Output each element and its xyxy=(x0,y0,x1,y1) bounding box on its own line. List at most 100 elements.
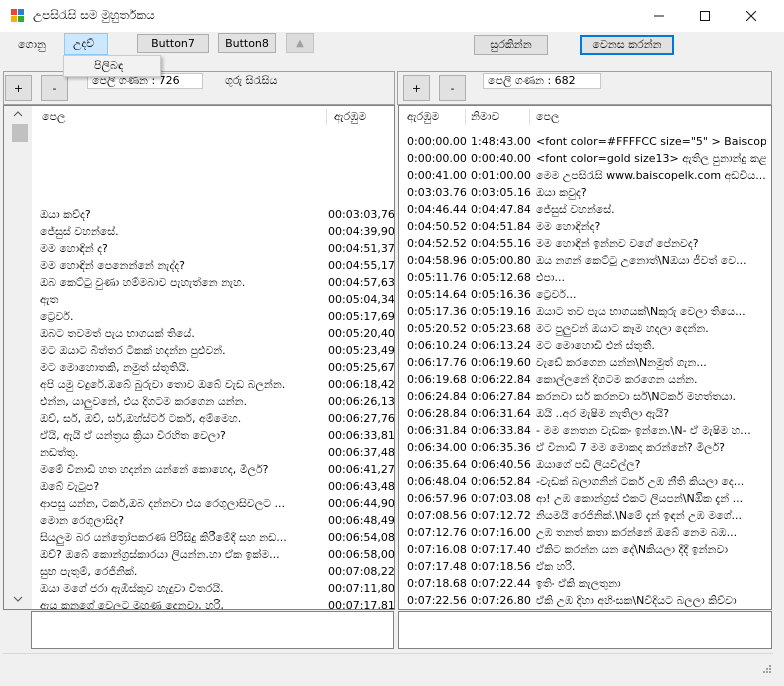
table-row[interactable]: 0:04:58.96 0:05:00.80 ඔය නගන් කෙට්ටු උනොත්… xyxy=(399,252,771,269)
change-button[interactable]: වෙනස කරන්න xyxy=(580,35,674,55)
subtitle-text: ඒකි උඹ දිහා අහිංසක\Nවිදියට බලලා කිව්වා xyxy=(536,594,737,607)
table-row[interactable]: නඩත්තු. 00:06:37,481 xyxy=(4,444,394,461)
menu-help[interactable]: උදව් xyxy=(64,33,108,55)
left-remove-button[interactable]: - xyxy=(41,75,68,101)
maximize-button[interactable] xyxy=(682,0,728,32)
status-bar xyxy=(3,653,773,675)
table-row[interactable]: මම හොඳින් පෙනෙන්නේ නැද්ද? 00:04:55,171 xyxy=(4,257,394,274)
table-row[interactable]: ඔයා කව්ද? 00:03:03,768 xyxy=(4,206,394,223)
table-row[interactable]: ඔබ කෙට්ටු වුණා හම්මබාව පැහැත්නෙ නැහ. 00:0… xyxy=(4,274,394,291)
table-row[interactable]: ඒක හොඳ අදහසක් එන්\Nමට අරකක් නෑ ... xyxy=(399,609,771,610)
table-row[interactable]: 0:05:17.36 0:05:19.16 ඔයාට තව පැය භාගයක්\N… xyxy=(399,303,771,320)
menu-item-about[interactable]: පිලිබඳ xyxy=(94,59,123,73)
table-row[interactable] xyxy=(4,189,394,206)
table-row[interactable]: අපි යමු වදුරේ.ඔබේ බුරුවා තොව ඔබේ වැඩ බලන… xyxy=(4,376,394,393)
table-row[interactable]: මම හොඳින් ද? 00:04:51,375 xyxy=(4,240,394,257)
table-row[interactable]: 0:06:17.76 0:06:19.60 වැඩේ කරගෙන යන්න\Nනමු… xyxy=(399,354,771,371)
table-row[interactable]: 0:07:12.76 0:07:16.00 උඹ තනත් කතා කරන්නේ ඔ… xyxy=(399,524,771,541)
close-button[interactable] xyxy=(728,0,774,32)
table-row[interactable]: 0:00:41.00 0:01:00.00 මෙම උපසිරැසි www.bai… xyxy=(399,167,771,184)
table-row[interactable]: ඔබට තවමත් පැය භාගයක් තියේ. 00:05:20,404 xyxy=(4,325,394,342)
subtitle-text: නියමයි රෙජිනික්.\Nමේ දැන් ඉඳන් උඹ මගේ... xyxy=(536,509,742,522)
table-row[interactable]: ඒයි, ඇයි ඒ යන්ත්‍රය ක්‍රියා විරහිත වෙලා?… xyxy=(4,427,394,444)
button7[interactable]: Button7 xyxy=(137,34,209,53)
subtitle-end-time: 0:07:26.80 xyxy=(471,594,531,607)
table-row[interactable]: 0:06:34.00 0:06:35.36 ඒ විනාඩි 7 මම මොකද ක… xyxy=(399,439,771,456)
table-row[interactable]: 0:06:31.84 0:06:33.84 - මම නෙතන වැඩකං ඉන්න… xyxy=(399,422,771,439)
table-row[interactable]: 0:00:00.00 0:00:40.00 <font color=gold siz… xyxy=(399,150,771,167)
table-row[interactable]: සුභ පැතුම්, රෙජිනික්. 00:07:08,220 xyxy=(4,563,394,580)
chevron-up-icon[interactable] xyxy=(9,107,26,124)
table-row[interactable]: ට්‍රෙවර්. 00:05:17,693 xyxy=(4,308,394,325)
subtitle-start-time: 00:06:27,763 xyxy=(328,412,394,425)
table-row[interactable]: 0:07:18.68 0:07:22.44 ඉතිං ඒකි කැලතුනා xyxy=(399,575,771,592)
table-row[interactable]: 0:06:24.84 0:06:27.84 කරනවා සර් කරනවා සර්\… xyxy=(399,388,771,405)
right-col-end-header[interactable]: නිමාව xyxy=(471,106,499,128)
right-col-text-header[interactable]: පෙල xyxy=(536,106,559,128)
up-button[interactable]: ▲ xyxy=(286,33,314,53)
table-row[interactable]: එන්න, යාලුවනේ, එය දිගටම කරගෙන යන්න. 00:06… xyxy=(4,393,394,410)
table-row[interactable]: මට ඔයාට බිත්තර ටිකක් හදන්න පුළුවන්. 00:05… xyxy=(4,342,394,359)
right-edit-box[interactable] xyxy=(398,611,772,649)
table-row[interactable]: ආපසු යන්න, ටකර්,ඔබ දන්නවා එය රෙගුලාසිවලට… xyxy=(4,495,394,512)
table-row[interactable]: මට මොහොතකි, නමුත් ස්තූතියි. 00:05:25,677 xyxy=(4,359,394,376)
right-add-button[interactable]: + xyxy=(403,75,430,101)
table-row[interactable]: 0:03:03.76 0:03:05.16 ඔයා කවුද? xyxy=(399,184,771,201)
minimize-button[interactable] xyxy=(636,0,682,32)
table-row[interactable]: 0:06:19.68 0:06:22.84 කොල්ලනේ දිගටම කරගෙන … xyxy=(399,371,771,388)
table-row[interactable]: ඔබේ වැටුප? 00:06:43,487 xyxy=(4,478,394,495)
subtitle-end-time: 0:06:40.56 xyxy=(471,458,531,471)
subtitle-text: ඒ විනාඩි 7 මම මොකද කරන්නේ? මිලර්? xyxy=(536,441,726,454)
left-edit-box[interactable] xyxy=(31,611,394,649)
right-col-start-header[interactable]: ඇරඹුම xyxy=(407,106,439,128)
table-row[interactable]: ජේසුස් වහන්සේ. 00:04:39,906 xyxy=(4,223,394,240)
table-row[interactable]: 0:05:11.76 0:05:12.68 එපා... xyxy=(399,269,771,286)
subtitle-text: - මම නෙතන වැඩකං ඉන්නෙ.\N- ඒ මැෂිම හ... xyxy=(536,424,751,437)
table-row[interactable]: 0:04:52.52 0:04:55.16 මම හොඳින් ඉන්නව වගේ … xyxy=(399,235,771,252)
table-row[interactable]: ඔව්? ඔබේ කොන්ග්‍රස්කාරයා ලියන්න.හා ඒක ඉක… xyxy=(4,546,394,563)
subtitle-text: එන්න, යාලුවනේ, එය දිගටම කරගෙන යන්න. xyxy=(40,395,248,408)
subtitle-text: මම හොඳින් පෙනෙන්නේ නැද්ද? xyxy=(40,259,185,272)
resize-grip-icon[interactable] xyxy=(762,664,772,674)
table-row[interactable]: ඔයා මගේ ජරා ඇඹිස්කුව හැදුවා විතරයි. 00:07… xyxy=(4,580,394,597)
table-row[interactable]: ඔව්, සර්, ඔව්, සර්,ඔහ්ස්ටර් ටකර්, අම්මෙහ… xyxy=(4,410,394,427)
table-row[interactable]: මොන රෙගුලාසිද? 00:06:48,492 xyxy=(4,512,394,529)
subtitle-start-time: 00:07:17,813 xyxy=(328,599,394,610)
table-row[interactable]: මමේ විනාඩි හත හදන්න යන්නේ කොහෙද, මිලර්? 0… xyxy=(4,461,394,478)
table-row[interactable]: 0:00:00.00 1:48:43.00 <font color=#FFFFCC … xyxy=(399,133,771,150)
table-row[interactable]: 0:07:16.08 0:07:17.40 ඒකිට කරන්න යන දේ\Nකි… xyxy=(399,541,771,558)
table-row[interactable]: 0:07:17.48 0:07:18.56 ඒක හරි. xyxy=(399,558,771,575)
subtitle-text: වැඩේ කරගෙන යන්න\Nනමුත් ගැන... xyxy=(536,356,707,369)
subtitle-end-time: 0:07:17.40 xyxy=(471,543,531,556)
table-row[interactable]: 0:06:35.64 0:06:40.56 ඔයාගේ පඩි ලියවිල්ල? xyxy=(399,456,771,473)
table-row[interactable]: 0:05:20.52 0:05:23.68 මට පුලුවන් ඔයාට කෑම … xyxy=(399,320,771,337)
table-row[interactable]: 0:04:50.52 0:04:51.84 මම හොඳින්ද? xyxy=(399,218,771,235)
table-row[interactable]: 0:06:10.24 0:06:13.24 මට මොහොඩී එන් ස්තූතී… xyxy=(399,337,771,354)
table-row[interactable]: 0:07:08.56 0:07:12.72 නියමයි රෙජිනික්.\Nමේ… xyxy=(399,507,771,524)
subtitle-start-time: 0:07:12.76 xyxy=(407,526,467,539)
table-row[interactable]: 0:06:57.96 0:07:03.08 ආ! උඹ කොන්ග්‍රස් එකට… xyxy=(399,490,771,507)
table-row[interactable]: ඇය කනුගේ වෙලට මුහුණ දෙනවා, හරි, 00:07:17,… xyxy=(4,597,394,610)
table-row[interactable]: 0:07:22.56 0:07:26.80 ඒකි උඹ දිහා අහිංසක\N… xyxy=(399,592,771,609)
table-row[interactable] xyxy=(4,172,394,189)
table-row[interactable]: ඇත 00:05:04,347 xyxy=(4,291,394,308)
maximize-icon xyxy=(700,11,710,21)
left-add-button[interactable]: + xyxy=(5,75,32,101)
table-row[interactable]: 0:04:46.44 0:04:47.84 ජේසුස් වහන්සේ. xyxy=(399,201,771,218)
scroll-thumb[interactable] xyxy=(12,124,28,142)
save-button[interactable]: සුරකින්න xyxy=(474,35,548,55)
subtitle-start-time: 00:06:37,481 xyxy=(328,446,394,459)
button8[interactable]: Button8 xyxy=(218,33,276,53)
subtitle-end-time: 0:07:03.08 xyxy=(471,492,531,505)
table-row[interactable]: 0:05:14.64 0:05:16.36 ට්‍රෙවර්... xyxy=(399,286,771,303)
right-remove-button[interactable]: - xyxy=(439,75,466,101)
left-col-text-header[interactable]: පෙල xyxy=(42,106,65,128)
table-row[interactable]: 0:06:48.04 0:06:52.84 -වැඩක් බලාගනින් ටකර්… xyxy=(399,473,771,490)
table-row[interactable]: 0:06:28.84 0:06:31.64 ඔයි ..අර මැෂිම නැතිල… xyxy=(399,405,771,422)
table-row[interactable]: සියලුම බර යන්ත්‍රෝපකරණ පිරිසිදු කිරීමේදී… xyxy=(4,529,394,546)
menu-file[interactable]: ගොනු xyxy=(14,35,50,55)
app-icon xyxy=(11,9,25,23)
subtitle-start-time: 0:05:17.36 xyxy=(407,305,467,318)
table-row[interactable] xyxy=(4,155,394,172)
left-col-start-header[interactable]: ඇරඹුම xyxy=(334,106,366,128)
